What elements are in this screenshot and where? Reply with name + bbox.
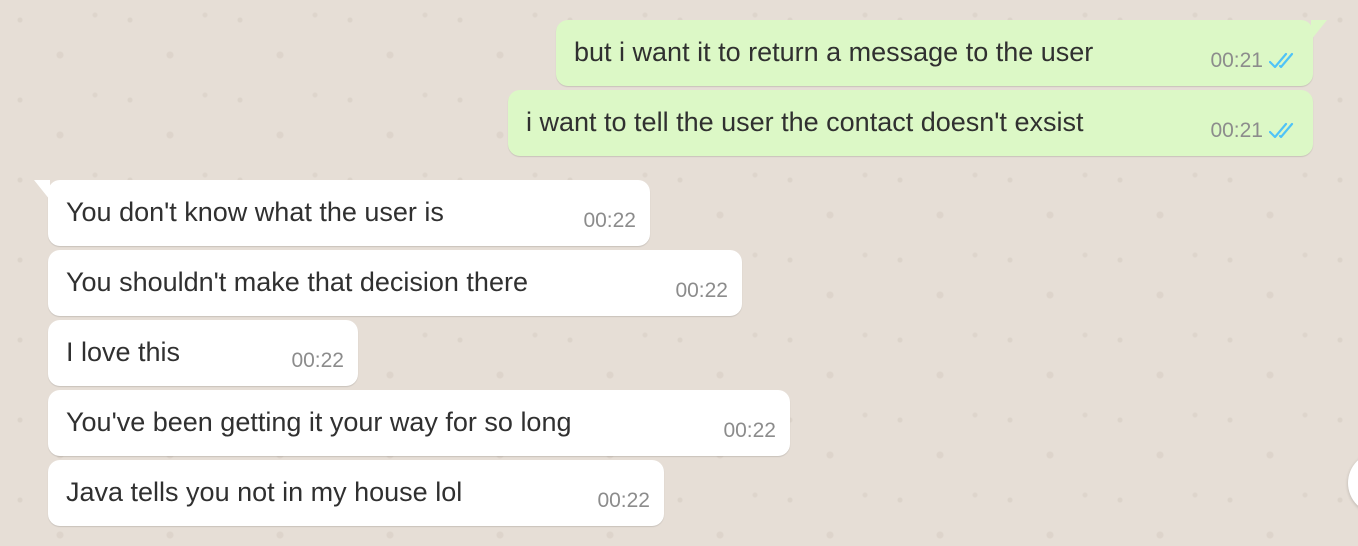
message-bubble-incoming[interactable]: You don't know what the user is 00:22	[34, 180, 650, 246]
message-bubble-incoming[interactable]: Java tells you not in my house lol 00:22	[48, 460, 664, 526]
message-text: i want to tell the user the contact does…	[526, 107, 1084, 137]
message-meta: 00:21	[1210, 114, 1299, 148]
message-text: You don't know what the user is	[66, 197, 444, 227]
bubble-tail	[1311, 20, 1327, 40]
message-meta: 00:22	[675, 274, 728, 308]
message-text: You've been getting it your way for so l…	[66, 407, 572, 437]
message-time: 00:22	[583, 209, 636, 232]
message-time: 00:21	[1210, 49, 1263, 72]
double-check-read-icon	[1269, 52, 1294, 69]
message-bubble-outgoing[interactable]: i want to tell the user the contact does…	[508, 90, 1313, 156]
double-check-read-icon	[1269, 122, 1294, 139]
message-time: 00:22	[675, 279, 728, 302]
message-bubble-outgoing[interactable]: but i want it to return a message to the…	[556, 20, 1327, 86]
message-bubble-incoming[interactable]: You shouldn't make that decision there 0…	[48, 250, 742, 316]
bubble-tail	[34, 180, 50, 200]
message-meta: 00:22	[583, 204, 636, 238]
message-time: 00:22	[291, 349, 344, 372]
message-meta: 00:21	[1210, 44, 1299, 78]
message-time: 00:21	[1210, 119, 1263, 142]
message-time: 00:22	[723, 419, 776, 442]
message-meta: 00:22	[291, 344, 344, 378]
message-meta: 00:22	[723, 414, 776, 448]
message-text: You shouldn't make that decision there	[66, 267, 528, 297]
message-text: but i want it to return a message to the…	[574, 37, 1094, 67]
message-bubble-incoming[interactable]: I love this 00:22	[48, 320, 358, 386]
message-time: 00:22	[597, 489, 650, 512]
message-meta: 00:22	[597, 484, 650, 518]
message-text: I love this	[66, 337, 181, 367]
message-text: Java tells you not in my house lol	[66, 477, 463, 507]
message-bubble-incoming[interactable]: You've been getting it your way for so l…	[48, 390, 790, 456]
